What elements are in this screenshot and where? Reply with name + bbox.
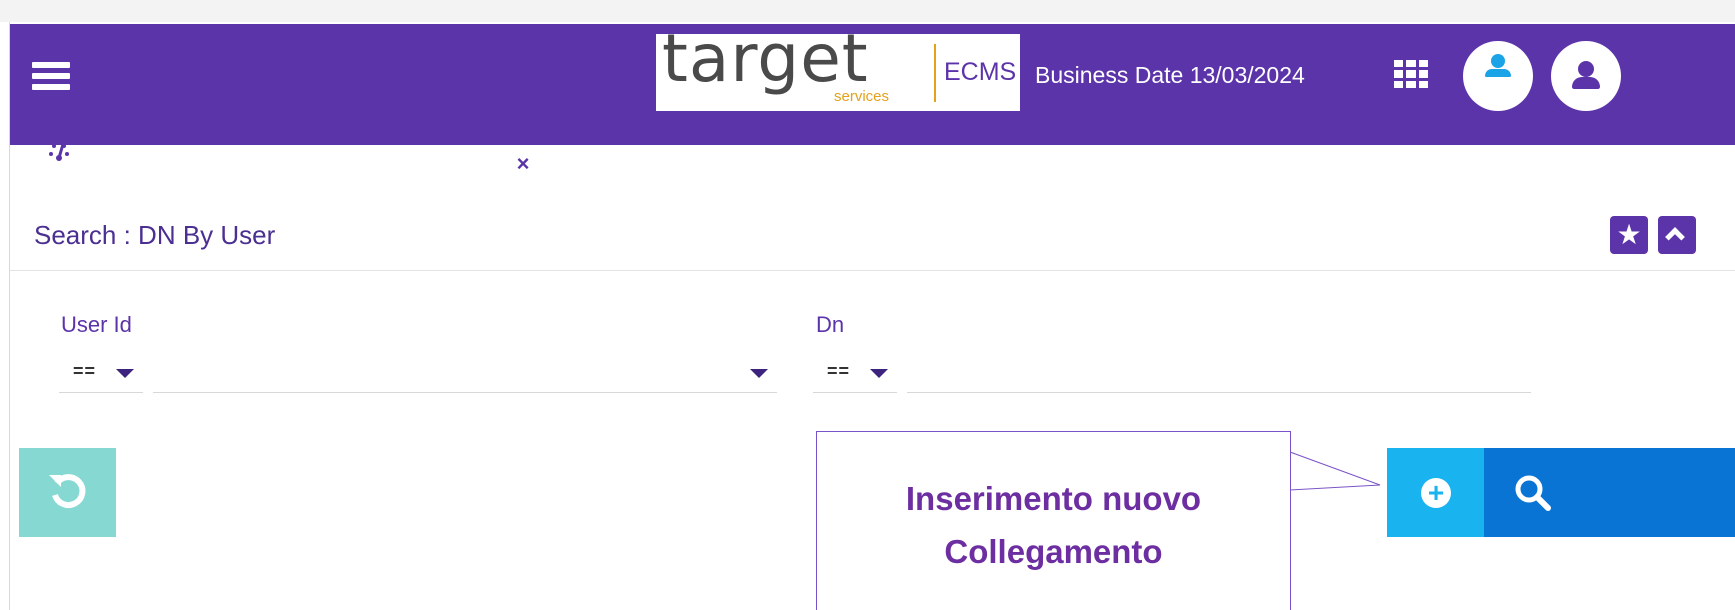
dn-operator-select[interactable]: == <box>813 353 897 393</box>
reset-button[interactable] <box>19 448 116 537</box>
tab-dn-by-user-configuration[interactable]: DN By User configuration × <box>121 120 553 200</box>
chevron-down-icon <box>870 369 888 378</box>
logo-services: services <box>834 88 890 105</box>
chevron-down-icon <box>750 369 768 378</box>
business-date: Business Date 13/03/2024 <box>1035 62 1305 88</box>
profile-icon[interactable] <box>1551 41 1621 111</box>
chevron-down-icon <box>116 369 134 378</box>
page: target services ECMS Business Date 13/03… <box>0 0 1735 610</box>
close-icon[interactable]: × <box>509 150 537 178</box>
user-id-operator-value: == <box>73 361 97 381</box>
callout-line-1: Inserimento nuovo <box>905 480 1202 517</box>
user-id-operator-select[interactable]: == <box>59 353 143 393</box>
chevron-up-icon[interactable] <box>1658 216 1696 254</box>
logo-divider <box>934 44 936 102</box>
dn-input[interactable] <box>907 353 1531 393</box>
callout-text: Inserimento nuovo Collegamento <box>817 472 1290 578</box>
app-window: target services ECMS Business Date 13/03… <box>9 20 1735 610</box>
search-button[interactable] <box>1484 448 1735 537</box>
search-panel-header: Search : DN By User ★ <box>10 196 1735 271</box>
annotation-callout: Inserimento nuovo Collegamento <box>816 431 1291 610</box>
header-bar: target services ECMS Business Date 13/03… <box>10 20 1735 200</box>
add-icon: + <box>1421 478 1451 508</box>
hamburger-menu-icon[interactable] <box>32 62 70 96</box>
add-button[interactable]: + <box>1387 448 1484 537</box>
search-icon <box>1515 475 1551 511</box>
star-icon[interactable]: ★ <box>1610 216 1648 254</box>
logo-product: ECMS <box>944 58 1017 86</box>
dn-label: Dn <box>816 312 845 337</box>
user-id-value-select[interactable] <box>153 353 777 393</box>
user-id-label: User Id <box>61 312 132 337</box>
callout-line-2: Collegamento <box>944 533 1163 570</box>
user-icon[interactable] <box>1463 41 1533 111</box>
reset-icon <box>49 474 86 509</box>
logo-word: target <box>662 20 869 97</box>
target-services-logo: target services ECMS <box>656 20 1020 111</box>
browser-top-strip <box>0 0 1735 22</box>
apps-grid-icon[interactable] <box>1394 60 1428 88</box>
dn-operator-value: == <box>827 361 851 381</box>
tab-label: DN By User configuration <box>137 148 453 179</box>
search-title: Search : DN By User <box>34 220 276 250</box>
dashboard-icon[interactable] <box>42 134 76 164</box>
